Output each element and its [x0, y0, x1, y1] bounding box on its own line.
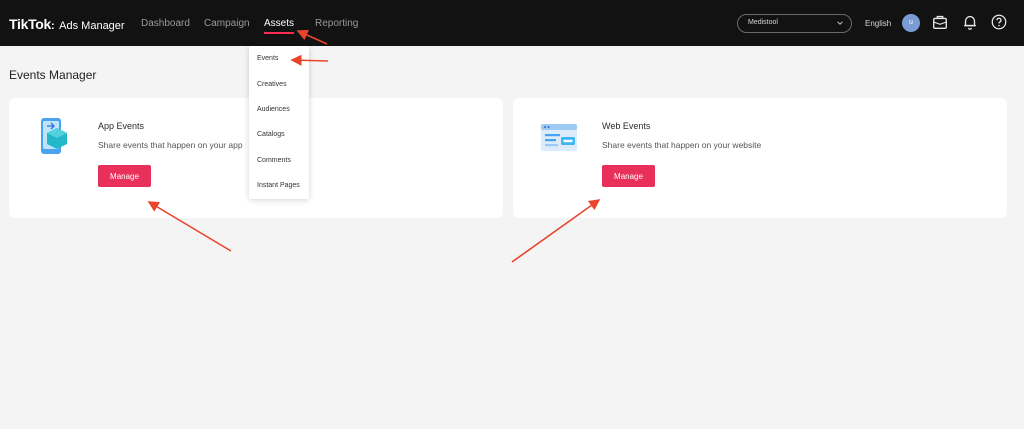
user-avatar[interactable]: u: [902, 14, 920, 32]
web-events-card: Web Events Share events that happen on y…: [513, 98, 1007, 218]
page-title: Events Manager: [9, 68, 97, 82]
help-icon[interactable]: [990, 13, 1008, 31]
menu-item-creatives[interactable]: Creatives: [257, 81, 287, 88]
nav-campaign[interactable]: Campaign: [204, 18, 250, 29]
web-events-manage-button[interactable]: Manage: [602, 165, 655, 187]
briefcase-icon[interactable]: [931, 13, 949, 31]
logo-separator: :: [51, 20, 55, 32]
logo-product-name: Ads Manager: [59, 20, 125, 32]
nav-reporting[interactable]: Reporting: [315, 18, 358, 29]
assets-dropdown-menu: Events Creatives Audiences Catalogs Comm…: [249, 46, 309, 199]
nav-dashboard[interactable]: Dashboard: [141, 18, 190, 29]
app-events-manage-button[interactable]: Manage: [98, 165, 151, 187]
menu-item-comments[interactable]: Comments: [257, 157, 291, 164]
tiktok-ads-manager-logo[interactable]: TikTok: Ads Manager: [9, 16, 125, 34]
app-events-title: App Events: [98, 121, 145, 131]
bell-icon[interactable]: [961, 13, 979, 31]
app-events-description: Share events that happen on your app: [98, 140, 243, 150]
nav-assets-label: Assets: [264, 18, 295, 29]
nav-assets[interactable]: Assets: [264, 18, 295, 34]
account-selector[interactable]: Medistool: [737, 14, 852, 33]
app-events-icon: [41, 118, 67, 154]
menu-item-instant-pages[interactable]: Instant Pages: [257, 182, 300, 189]
menu-item-audiences[interactable]: Audiences: [257, 106, 290, 113]
web-events-title: Web Events: [602, 121, 651, 131]
menu-item-events[interactable]: Events: [257, 55, 278, 62]
menu-item-catalogs[interactable]: Catalogs: [257, 131, 285, 138]
active-nav-underline: [264, 32, 295, 34]
language-selector[interactable]: English: [865, 19, 891, 28]
web-events-description: Share events that happen on your website: [602, 140, 762, 150]
chevron-down-icon: [837, 21, 843, 25]
account-name: Medistool: [748, 19, 778, 26]
top-navigation-bar: TikTok: Ads Manager Dashboard Campaign A…: [0, 0, 1024, 46]
logo-brand: TikTok: [9, 16, 52, 32]
web-events-icon: [541, 124, 577, 151]
